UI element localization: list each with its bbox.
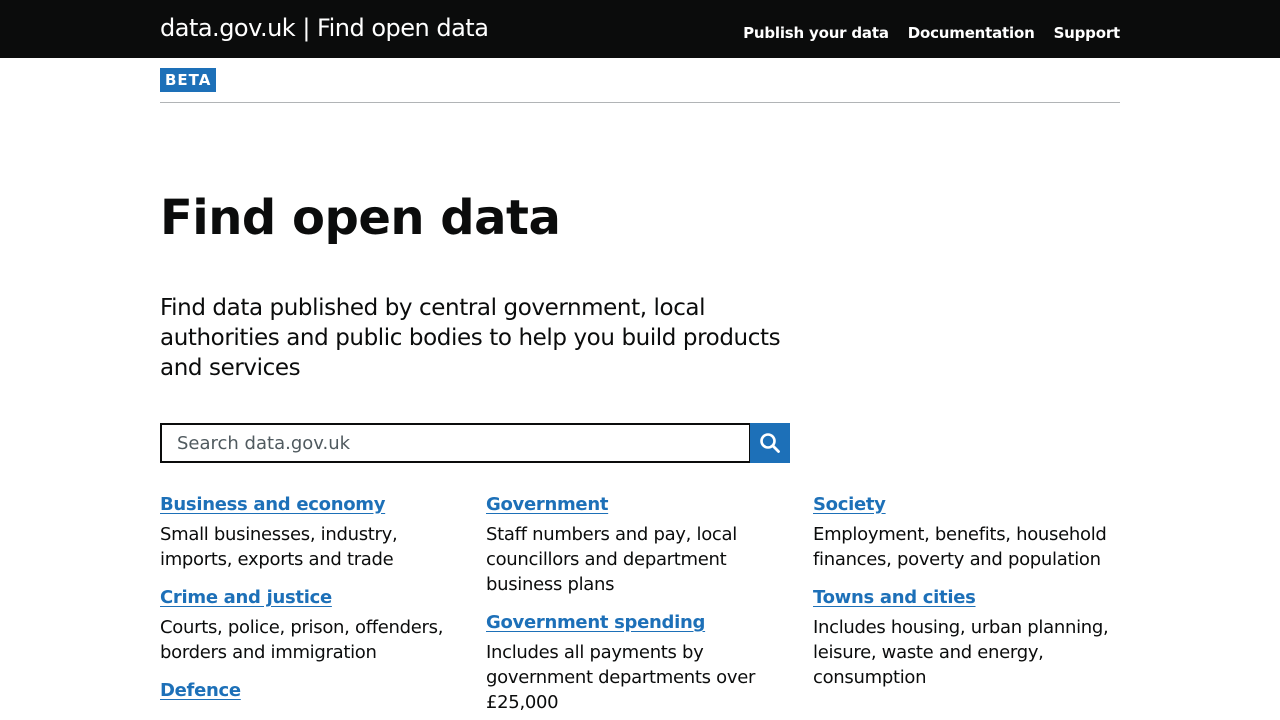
lead-paragraph: Find data published by central governmen… xyxy=(160,295,781,381)
phase-banner: BETA xyxy=(160,68,1120,103)
beta-tag: BETA xyxy=(160,68,217,92)
topic-link-defence[interactable]: Defence xyxy=(160,678,470,703)
topic-item: Government Staff numbers and pay, local … xyxy=(486,492,796,597)
site-header: data.gov.uk | Find open data Publish you… xyxy=(0,0,1280,58)
topic-item: Society Employment, benefits, household … xyxy=(813,492,1123,572)
page-title: Find open data xyxy=(160,190,561,246)
topic-column-2: Government Staff numbers and pay, local … xyxy=(486,492,796,720)
topic-link-government-spending[interactable]: Government spending xyxy=(486,610,796,635)
topic-item: Crime and justice Courts, police, prison… xyxy=(160,585,470,665)
topic-link-government[interactable]: Government xyxy=(486,492,796,517)
topic-link-towns-and-cities[interactable]: Towns and cities xyxy=(813,585,1123,610)
search-button[interactable] xyxy=(750,423,790,463)
topic-link-society[interactable]: Society xyxy=(813,492,1123,517)
topic-link-crime-and-justice[interactable]: Crime and justice xyxy=(160,585,470,610)
topic-column-3: Society Employment, benefits, household … xyxy=(813,492,1123,703)
topic-item: Towns and cities Includes housing, urban… xyxy=(813,585,1123,690)
topic-item: Business and economy Small businesses, i… xyxy=(160,492,470,572)
topic-link-business-and-economy[interactable]: Business and economy xyxy=(160,492,470,517)
topic-description: Staff numbers and pay, local councillors… xyxy=(486,524,737,595)
topic-description: Employment, benefits, household finances… xyxy=(813,524,1107,570)
topic-item: Government spending Includes all payment… xyxy=(486,610,796,715)
topic-description: Includes all payments by government depa… xyxy=(486,642,756,713)
header-nav: Publish your data Documentation Support xyxy=(743,22,1120,44)
search-input[interactable] xyxy=(160,423,751,463)
topic-column-1: Business and economy Small businesses, i… xyxy=(160,492,470,716)
nav-publish-your-data[interactable]: Publish your data xyxy=(743,22,889,44)
nav-support[interactable]: Support xyxy=(1054,22,1121,44)
search-icon xyxy=(760,433,780,453)
nav-documentation[interactable]: Documentation xyxy=(908,22,1035,44)
topic-description: Small businesses, industry, imports, exp… xyxy=(160,524,398,570)
topic-description: Includes housing, urban planning, leisur… xyxy=(813,617,1109,688)
search-form xyxy=(160,423,790,463)
site-brand-link[interactable]: data.gov.uk | Find open data xyxy=(160,13,489,43)
topic-item: Defence xyxy=(160,678,470,703)
topic-description: Courts, police, prison, offenders, borde… xyxy=(160,617,444,663)
